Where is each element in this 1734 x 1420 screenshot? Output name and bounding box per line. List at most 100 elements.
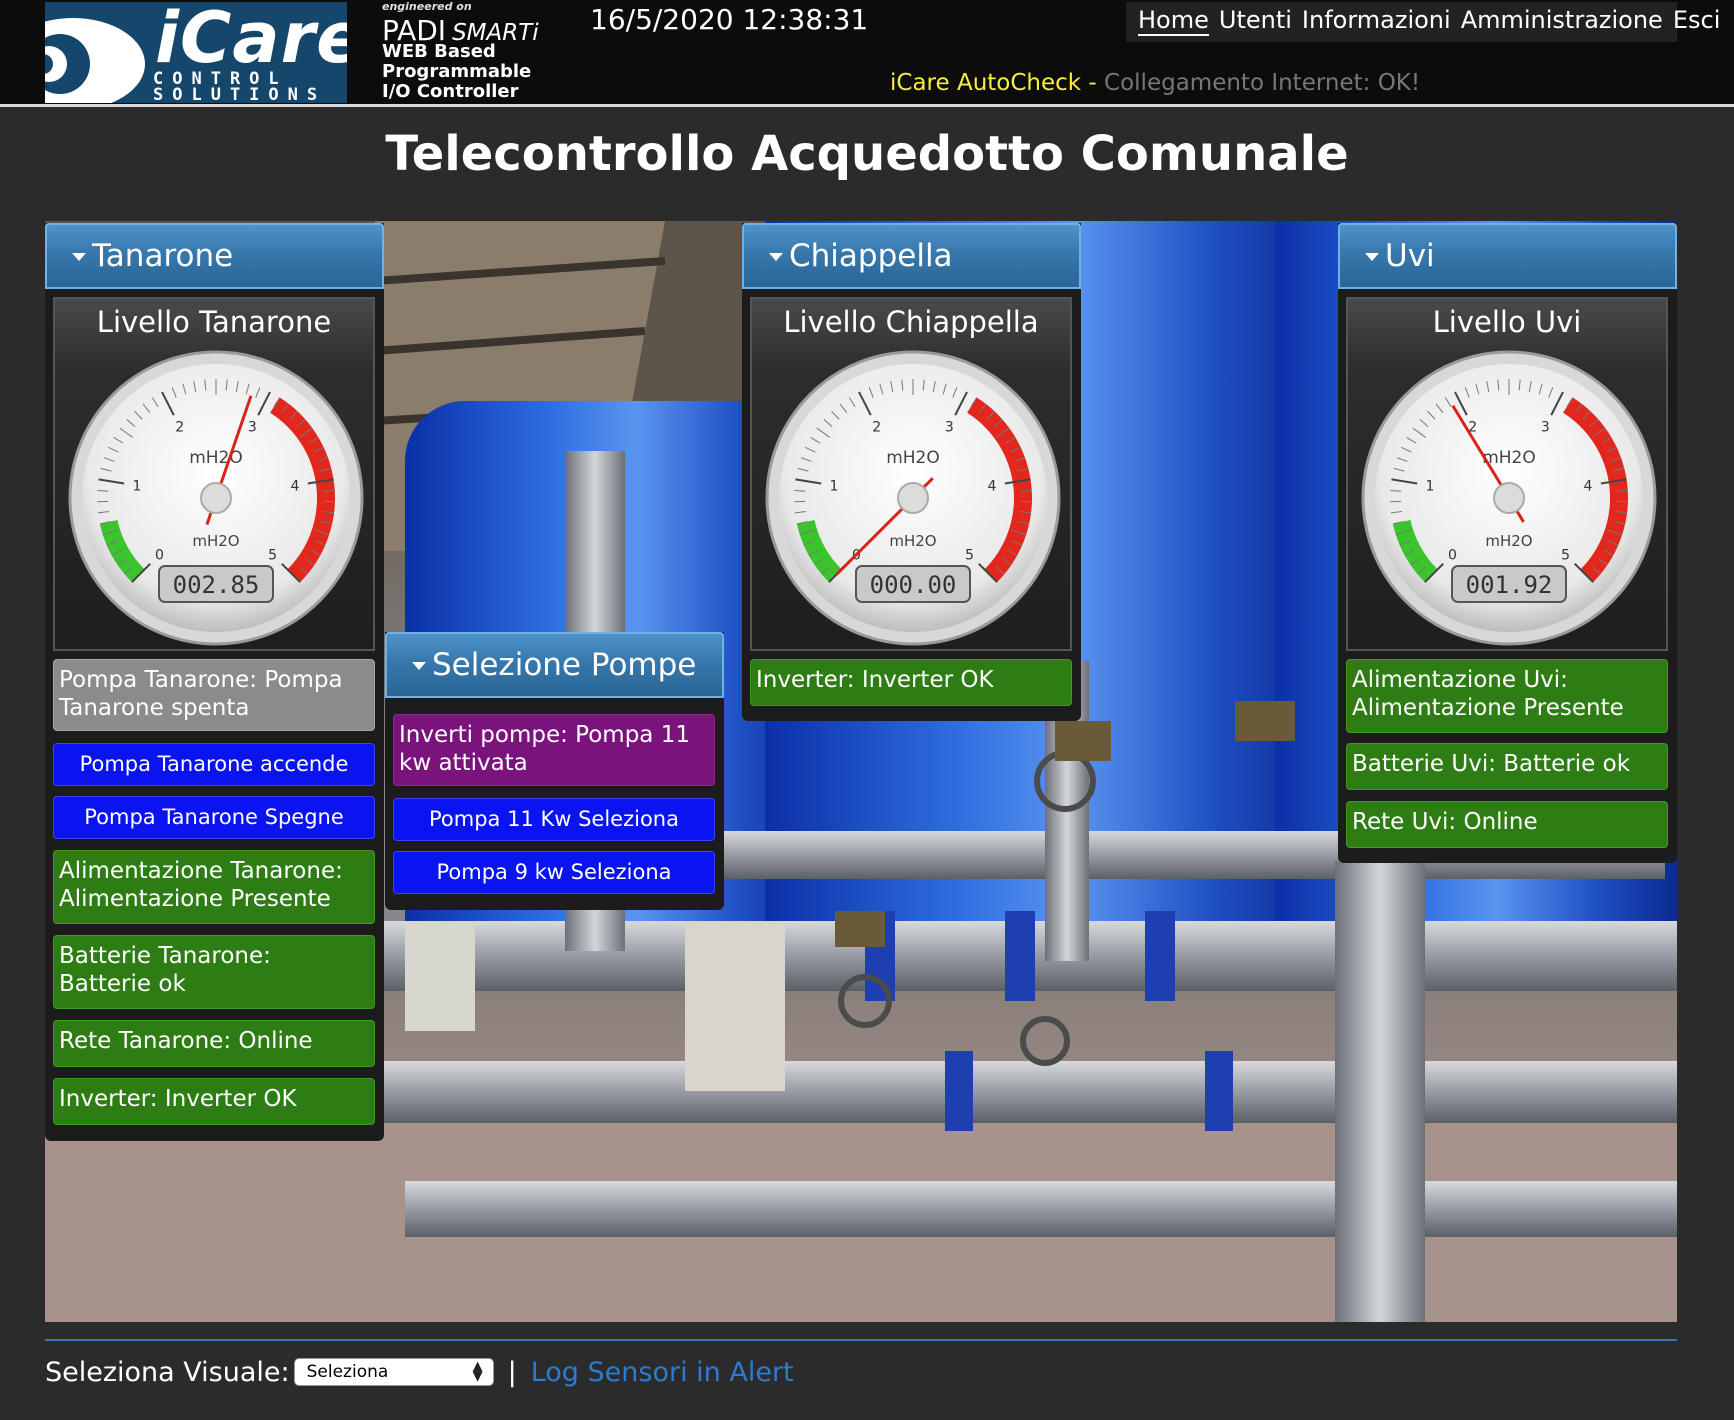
collapse-triangle-icon [1365,253,1379,261]
gauge-tick-label: 4 [1584,478,1593,494]
gauge-tick-label: 5 [965,548,974,564]
gauge-hub [1493,482,1525,514]
datetime-display: 16/5/2020 12:38:31 [590,3,869,36]
gauge-chiappella: Livello Chiappella 012345mH2OmH2O000.00 [750,297,1072,651]
nav-home[interactable]: Home [1138,6,1209,36]
gauge-tick [794,490,806,492]
pump-9kw-select-button[interactable]: Pompa 9 kw Seleziona [393,851,715,894]
pump-11kw-select-button[interactable]: Pompa 11 Kw Seleziona [393,798,715,841]
gauge-tick-label: 5 [1561,548,1570,564]
panel-tanarone-title: Tanarone [92,238,234,274]
inverter-tanarone-status: Inverter: Inverter OK [53,1078,375,1125]
gauge-chiappella-title: Livello Chiappella [783,305,1039,339]
gauge-tick-label: 2 [872,420,881,436]
gauge-unit-upper: mH2O [886,448,940,468]
gauge-tanarone-dial: 0 1 2 3 4 5 mH2O mH2O 002.85 [68,350,364,646]
gauge-tick [97,490,109,492]
eye-logo-icon [45,2,147,103]
logo-wordmark: iCare [155,2,347,79]
padi-desc-line3: I/O Controller [382,81,519,102]
panel-uvi-header[interactable]: Uvi [1338,223,1677,289]
padi-engineered-label: engineered on [382,0,472,13]
gauge-unit-lower: mH2O [192,532,239,550]
header-divider [0,104,1734,107]
footer-divider [45,1339,1677,1341]
gauge-hub [200,482,232,514]
nav-amministrazione[interactable]: Amministrazione [1461,6,1663,36]
gauge-tick-label: 1 [830,478,839,494]
gauge-tick-label: 1 [133,478,142,494]
pump-tanarone-on-button[interactable]: Pompa Tanarone accende [53,743,375,786]
gauge-tick-label: 0 [1448,548,1457,564]
gauge-tick-label: 5 [268,548,277,564]
panel-pompe-header[interactable]: Selezione Pompe [385,632,724,698]
collapse-triangle-icon [769,253,783,261]
gauge-tick [1020,490,1032,492]
gauge-chiappella-dial: 012345mH2OmH2O000.00 [765,350,1061,646]
panel-selezione-pompe: Selezione Pompe Inverti pompe: Pompa 11 … [385,632,724,910]
gauge-lcd-readout: 000.00 [870,571,957,599]
panel-chiappella-title: Chiappella [789,238,953,274]
footer-separator: | [507,1356,517,1388]
select-arrows-icon: ▲ ▼ [472,1359,483,1384]
gauge-tick-label: 4 [291,478,300,494]
gauge-tick-label: 0 [155,548,164,564]
gauge-tick-label: 3 [248,420,257,436]
gauge-tanarone-title: Livello Tanarone [96,305,332,339]
gauge-tick [323,490,335,492]
padi-desc-line2: Programmable [382,61,532,82]
nav-esci[interactable]: Esci [1673,6,1721,36]
view-select[interactable]: Seleziona ▲ ▼ [293,1358,494,1386]
autocheck-status: iCare AutoCheck - Collegamento Internet:… [890,70,1420,96]
gauge-tanarone: Livello Tanarone 0 1 2 3 4 5 mH2O mH2O 002.85 [53,297,375,651]
network-uvi-status: Rete Uvi: Online [1346,801,1668,848]
gauge-unit-lower: mH2O [889,532,936,550]
panel-uvi: Uvi Livello Uvi 0 1 2 3 4 5 mH2O mH2O 001.92 Ali… [1338,223,1677,863]
gauge-tick-label: 2 [175,420,184,436]
battery-uvi-status: Batterie Uvi: Batterie ok [1346,743,1668,790]
nav-informazioni[interactable]: Informazioni [1302,6,1451,36]
gauge-tick-label: 3 [1541,420,1550,436]
gauge-tick [1616,490,1628,492]
gauge-unit-lower: mH2O [1485,532,1532,550]
gauge-uvi: Livello Uvi 0 1 2 3 4 5 mH2O mH2O 001.92 [1346,297,1668,651]
icare-logo: iCare CONTROL SOLUTIONS [45,2,347,103]
gauge-tick-label: 4 [988,478,997,494]
internet-status: Collegamento Internet: OK! [1104,70,1421,96]
power-tanarone-status: Alimentazione Tanarone: Alimentazione Pr… [53,850,375,924]
panel-tanarone-header[interactable]: Tanarone [45,223,384,289]
gauge-lcd-readout: 001.92 [1466,571,1553,599]
main-nav: Home Utenti Informazioni Amministrazione… [1126,2,1720,42]
panel-uvi-title: Uvi [1385,238,1435,274]
padi-desc-line1: WEB Based [382,41,496,62]
view-select-value: Seleziona [306,1362,389,1382]
pump-tanarone-status: Pompa Tanarone: Pompa Tanarone spenta [53,659,375,731]
gauge-unit-upper: mH2O [189,448,243,468]
panel-tanarone: Tanarone Livello Tanarone 0 1 2 3 4 5 mH2O mH2O… [45,223,384,1141]
autocheck-label: iCare AutoCheck - [890,70,1105,96]
page-title: Telecontrollo Acquedotto Comunale [385,126,1349,182]
padi-description: WEB Based Programmable I/O Controller [382,42,531,102]
logo-subtitle-2: SOLUTIONS [153,85,327,103]
gauge-tick-label: 1 [1426,478,1435,494]
panel-pompe-title: Selezione Pompe [432,647,697,683]
footer: Seleziona Visuale: Seleziona ▲ ▼ | Log Se… [45,1352,794,1392]
inverter-chiappella-status: Inverter: Inverter OK [750,659,1072,706]
gauge-uvi-title: Livello Uvi [1432,305,1582,339]
header-bar: iCare CONTROL SOLUTIONS engineered on PA… [0,0,1734,104]
gauge-uvi-dial: 012 345mH2OmH2O001.92 [1361,350,1657,646]
network-tanarone-status: Rete Tanarone: Online [53,1020,375,1067]
collapse-triangle-icon [72,253,86,261]
pump-tanarone-off-button[interactable]: Pompa Tanarone Spegne [53,796,375,839]
sensor-alert-log-link[interactable]: Log Sensori in Alert [531,1357,794,1388]
panel-chiappella: Chiappella Livello Chiappella 012345mH2O… [742,223,1081,721]
panel-chiappella-header[interactable]: Chiappella [742,223,1081,289]
nav-utenti[interactable]: Utenti [1219,6,1292,36]
invert-pumps-status: Inverti pompe: Pompa 11 kw attivata [393,714,715,786]
padi-branding: engineered on PADI SMARTi WEB Based Progr… [382,0,582,104]
gauge-lcd-readout: 002.85 [173,571,260,599]
battery-tanarone-status: Batterie Tanarone: Batterie ok [53,935,375,1009]
gauge-tick [1390,490,1402,492]
gauge-tick-label: 3 [945,420,954,436]
view-select-label: Seleziona Visuale: [45,1356,290,1388]
